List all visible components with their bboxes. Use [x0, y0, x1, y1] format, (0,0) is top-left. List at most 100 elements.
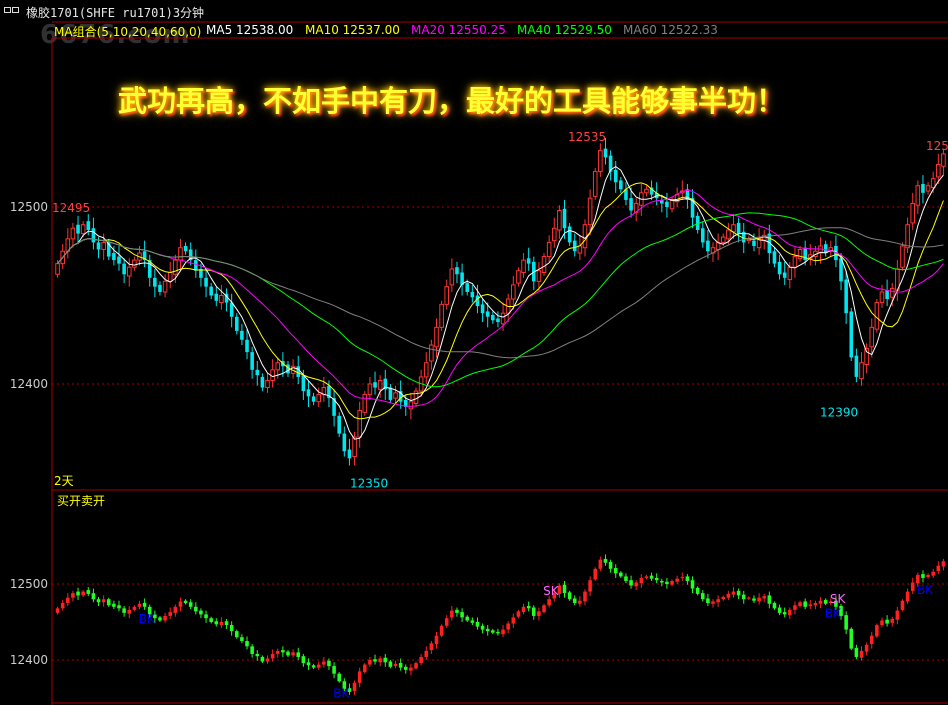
candle-body [557, 210, 562, 231]
candle-body [731, 224, 736, 233]
sub-candle-body [869, 635, 874, 645]
sub-candle-body [219, 622, 224, 626]
sub-candle-body [296, 652, 301, 657]
candle-body [936, 164, 941, 178]
sub-candle-body [465, 616, 470, 621]
candle-body [500, 312, 506, 325]
sub-candle-body [885, 619, 889, 624]
candle-body [388, 387, 393, 400]
candle-body [941, 153, 946, 167]
y-tick-label: 12500 [10, 577, 48, 591]
sub-candle-body [700, 593, 705, 600]
sub-candle-body [168, 612, 173, 616]
candle-body [183, 245, 188, 252]
candle-body [112, 253, 116, 261]
sub-candle-body [772, 603, 777, 609]
sub-candle-body [726, 593, 731, 598]
sub-candle-body [921, 574, 925, 578]
candle-body [377, 379, 383, 390]
sub-candle-body [352, 682, 357, 692]
candle-body [393, 392, 398, 399]
sub-candle-body [424, 650, 429, 657]
candle-body [352, 436, 357, 458]
candle-body [915, 185, 921, 206]
candle-body [592, 171, 598, 197]
sub-candle-body [844, 615, 848, 630]
sub-candle-body [439, 625, 444, 636]
sub-candle-body [849, 628, 854, 649]
candle-body [536, 270, 542, 282]
candle-body [255, 369, 260, 376]
sub-candle-body [434, 635, 439, 645]
sub-candle-body [383, 657, 388, 663]
candle-body [551, 227, 557, 242]
sub-candle-body [393, 663, 398, 667]
candle-body [362, 394, 368, 413]
sub-candle-body [173, 606, 178, 613]
sub-candle-body [511, 617, 516, 624]
sub-candle-body [496, 631, 500, 634]
sub-candle-body [363, 664, 367, 673]
sub-candle-body [327, 660, 331, 667]
sub-candle-body [275, 650, 280, 654]
sub-candle-body [491, 630, 495, 633]
sub-candle-body [567, 592, 572, 600]
candle-body [603, 148, 608, 158]
sub-candle-body [762, 596, 767, 599]
candle-body [787, 266, 793, 281]
candle-body [306, 389, 311, 397]
ma20-line [57, 189, 944, 407]
candle-body [567, 226, 572, 243]
sub-candle-body [71, 593, 75, 598]
candle-body [889, 287, 895, 298]
candle-body [178, 247, 183, 261]
candle-body [122, 263, 126, 275]
sub-candle-body [234, 631, 239, 638]
trade-signal: BK [825, 606, 842, 620]
sub-candle-body [209, 618, 213, 622]
y-tick-label: 12500 [10, 200, 48, 214]
sub-candle-body [316, 664, 321, 668]
sub-candle-body [864, 644, 869, 652]
sub-candle-body [96, 599, 101, 603]
sub-candle-body [537, 611, 541, 616]
candle-body [465, 283, 470, 292]
trade-signal: BK [333, 686, 350, 700]
sub-candle-body [608, 561, 613, 569]
candle-body [209, 286, 213, 296]
sub-candle-body [311, 665, 316, 668]
candle-body [521, 259, 526, 273]
sub-candle-body [542, 605, 546, 613]
candle-body [859, 362, 864, 380]
candle-body [455, 267, 459, 275]
candle-body [879, 291, 885, 304]
sub-candle-body [782, 612, 787, 615]
sub-candle-body [163, 615, 167, 621]
candle-body [96, 242, 101, 250]
candle-body [439, 303, 444, 328]
sub-candle-body [813, 603, 818, 606]
candle-body [700, 228, 705, 243]
trade-signal: SK [830, 592, 847, 606]
sub-candle-body [270, 653, 275, 659]
sub-candle-body [890, 618, 895, 623]
sub-candle-body [634, 582, 638, 587]
sub-panel-title: 买开卖开 [57, 494, 105, 508]
candle-body [541, 256, 547, 273]
sub-candle-body [142, 603, 147, 607]
candle-body [219, 295, 224, 304]
sub-candle-body [598, 559, 603, 569]
candle-body [910, 202, 916, 224]
candle-body [167, 271, 173, 282]
sub-candle-body [475, 622, 480, 627]
candle-body [706, 240, 710, 252]
candle-body [777, 261, 782, 275]
sub-candle-body [501, 629, 505, 635]
candle-body [158, 284, 162, 292]
sub-candle-body [337, 673, 341, 682]
candle-body [234, 316, 239, 331]
candle-body [55, 263, 60, 275]
sub-candle-body [419, 656, 423, 664]
sub-candle-body [531, 607, 536, 616]
candle-body [214, 293, 219, 301]
